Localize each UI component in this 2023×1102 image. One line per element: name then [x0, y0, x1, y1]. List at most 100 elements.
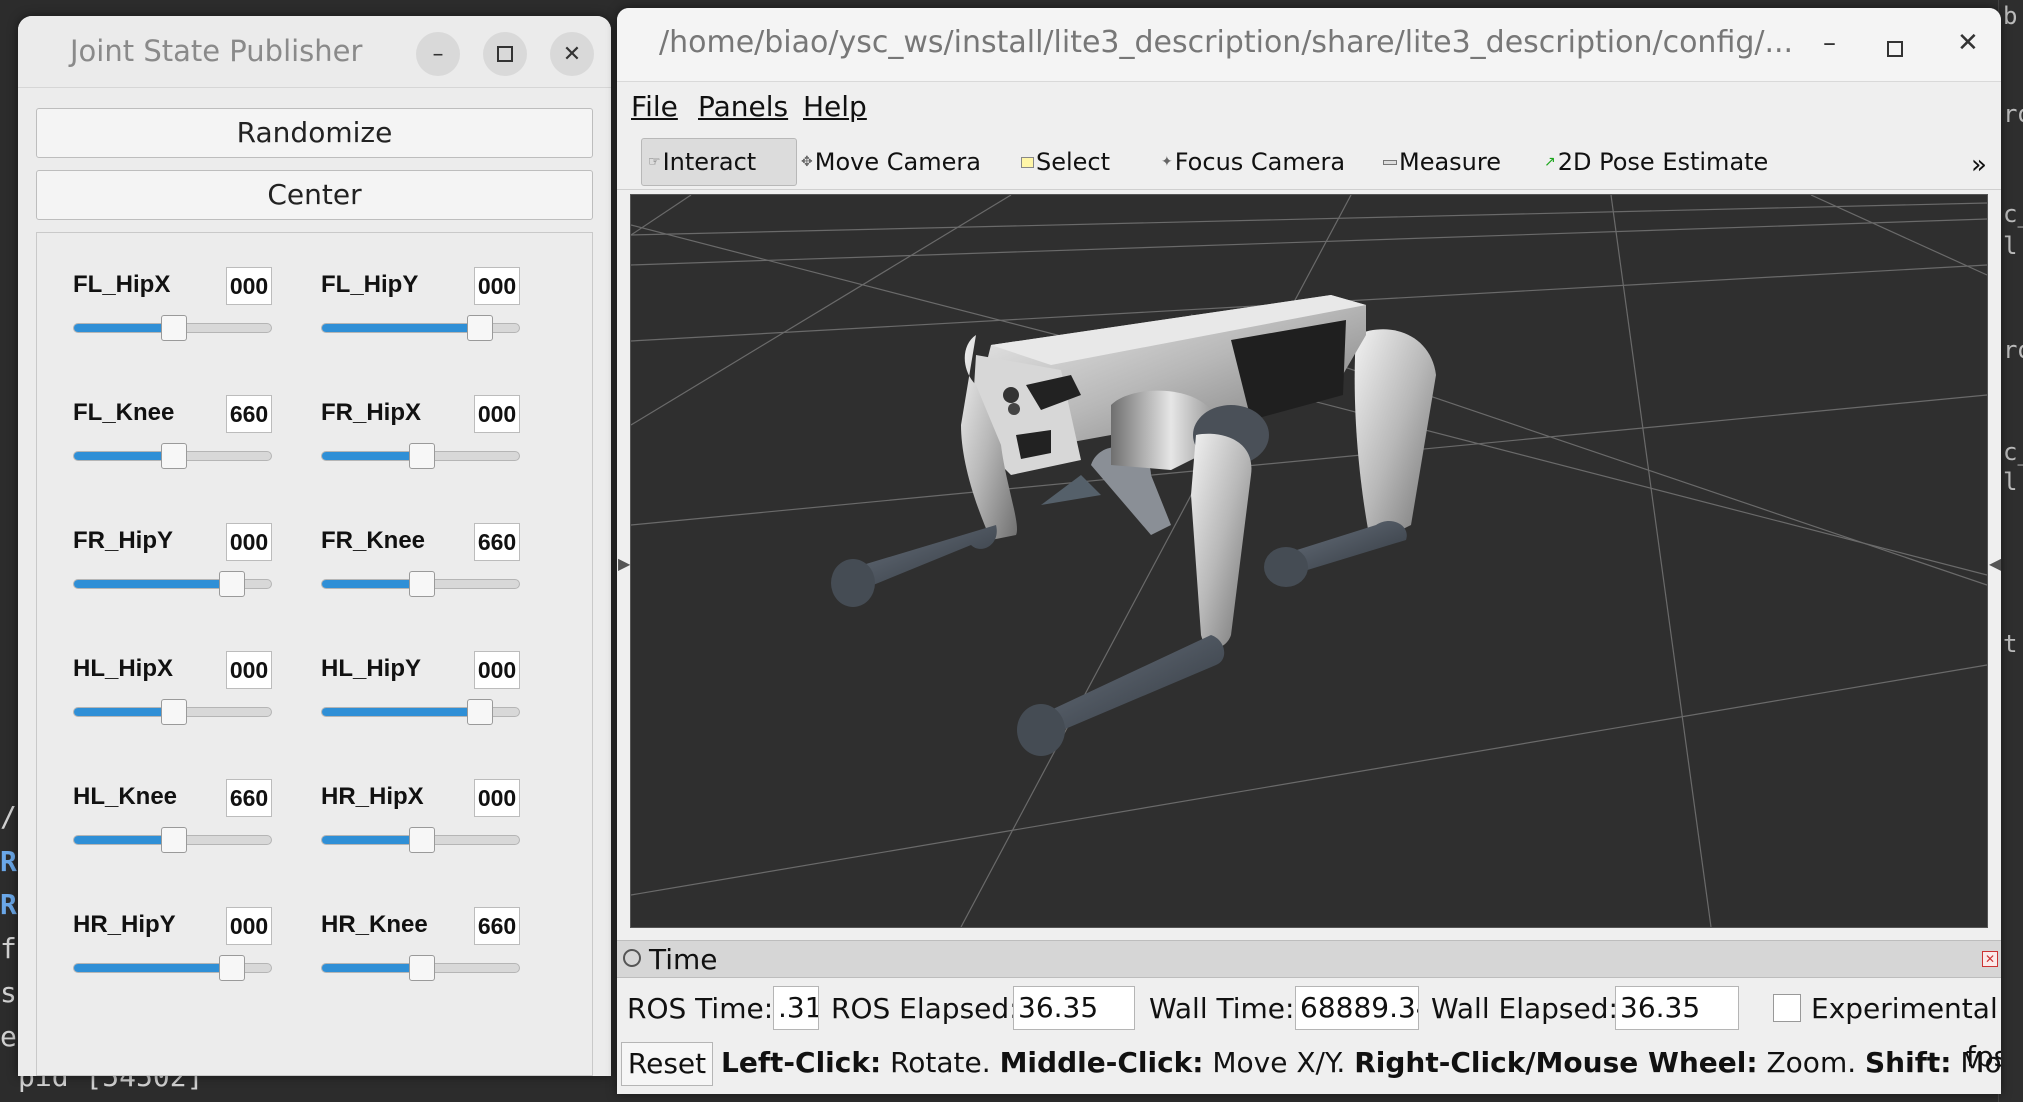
window-titlebar[interactable]: Joint State Publisher – ✕: [18, 16, 611, 88]
status-text: Zoom.: [1757, 1046, 1866, 1079]
minimize-icon: –: [1823, 28, 1836, 58]
joint-name: FR_Knee: [321, 527, 426, 554]
experimental-checkbox[interactable]: [1773, 994, 1801, 1022]
joint-name: HL_HipX: [73, 655, 174, 682]
clock-icon: [623, 949, 641, 967]
slider-handle[interactable]: [161, 827, 187, 853]
joint-name: HL_Knee: [73, 783, 178, 810]
joint-value-field[interactable]: 660: [474, 907, 520, 945]
ros-elapsed-field[interactable]: 36.35: [1013, 986, 1135, 1030]
left-dock-toggle-icon[interactable]: ▶: [618, 554, 630, 573]
minimize-button[interactable]: –: [1823, 28, 1836, 58]
joint-slider[interactable]: [73, 443, 272, 469]
wall-time-field[interactable]: 68889.34: [1295, 986, 1419, 1030]
joint-name: FR_HipY: [73, 527, 174, 554]
close-button[interactable]: ✕: [550, 32, 594, 76]
close-button[interactable]: ✕: [1957, 28, 1979, 58]
panel-close-icon[interactable]: ✕: [1982, 951, 1998, 967]
tool-measure[interactable]: Measure: [1383, 138, 1501, 186]
ros-elapsed-label: ROS Elapsed:: [831, 992, 1019, 1025]
joint-value-field[interactable]: 000: [474, 651, 520, 689]
window-titlebar[interactable]: /home/biao/ysc_ws/install/lite3_descript…: [617, 8, 2001, 82]
maximize-button[interactable]: [1887, 34, 1903, 64]
minimize-button[interactable]: –: [416, 32, 460, 76]
slider-handle[interactable]: [161, 699, 187, 725]
joint-slider[interactable]: [73, 955, 272, 981]
joint-value-field[interactable]: 660: [226, 779, 272, 817]
tool-2d-pose-estimate[interactable]: ↗ 2D Pose Estimate: [1544, 138, 1768, 186]
edge-text: ro: [2003, 100, 2023, 128]
slider-handle[interactable]: [467, 315, 493, 341]
joint-name: HR_HipX: [321, 783, 424, 810]
joint-value-field[interactable]: 000: [226, 907, 272, 945]
joint-slider[interactable]: [73, 827, 272, 853]
joint-control: HR_Knee 660: [321, 907, 541, 1007]
status-key: Right-Click/Mouse Wheel:: [1354, 1046, 1758, 1079]
joint-slider[interactable]: [321, 827, 520, 853]
joint-slider[interactable]: [73, 699, 272, 725]
joint-value-field[interactable]: 000: [474, 267, 520, 305]
joint-slider[interactable]: [321, 955, 520, 981]
joint-name: HL_HipY: [321, 655, 422, 682]
joint-slider[interactable]: [73, 315, 272, 341]
status-key: Shift:: [1865, 1046, 1952, 1079]
scene-svg: [630, 194, 1988, 928]
joint-slider-panel: FL_HipX 000 FL_HipY 000 FL_Knee 660 FR_H…: [36, 232, 593, 1076]
joint-slider[interactable]: [73, 571, 272, 597]
tool-focus-camera[interactable]: ✦ Focus Camera: [1161, 138, 1345, 186]
ros-time-field[interactable]: .31: [773, 986, 819, 1030]
joint-slider[interactable]: [321, 443, 520, 469]
tool-select[interactable]: Select: [1021, 138, 1110, 186]
center-button[interactable]: Center: [36, 170, 593, 220]
slider-handle[interactable]: [161, 443, 187, 469]
minimize-icon: –: [432, 41, 444, 67]
joint-value-field[interactable]: 000: [474, 779, 520, 817]
tool-interact[interactable]: ☞ Interact: [641, 138, 797, 186]
joint-control: FL_HipY 000: [321, 267, 541, 367]
slider-fill: [322, 836, 422, 844]
select-box-icon: [1021, 156, 1034, 168]
3d-render-viewport[interactable]: [630, 194, 1988, 928]
slider-handle[interactable]: [409, 827, 435, 853]
slider-handle[interactable]: [409, 443, 435, 469]
reset-button[interactable]: Reset: [621, 1042, 713, 1086]
joint-slider[interactable]: [321, 315, 520, 341]
menu-file[interactable]: File: [631, 90, 678, 123]
tool-label: Focus Camera: [1174, 148, 1346, 176]
joint-value-field[interactable]: 000: [226, 523, 272, 561]
joint-slider[interactable]: [321, 699, 520, 725]
slider-handle[interactable]: [409, 571, 435, 597]
randomize-button[interactable]: Randomize: [36, 108, 593, 158]
mouse-help-status: Left-Click: Rotate. Middle-Click: Move X…: [721, 1046, 2001, 1079]
status-text: Move X/Y.: [1203, 1046, 1355, 1079]
wall-elapsed-field[interactable]: 36.35: [1615, 986, 1739, 1030]
joint-value-field[interactable]: 000: [474, 395, 520, 433]
tool-label: Select: [1036, 148, 1111, 176]
edge-text: l: [2003, 232, 2018, 260]
slider-handle[interactable]: [219, 571, 245, 597]
slider-fill: [322, 580, 422, 588]
right-dock-toggle-icon[interactable]: ◀: [1989, 554, 2001, 573]
joint-slider[interactable]: [321, 571, 520, 597]
slider-handle[interactable]: [409, 955, 435, 981]
slider-handle[interactable]: [161, 315, 187, 341]
focus-target-icon: ✦: [1161, 154, 1173, 170]
joint-value-field[interactable]: 660: [226, 395, 272, 433]
maximize-button[interactable]: [483, 32, 527, 76]
menu-panels[interactable]: Panels: [698, 90, 788, 123]
slider-handle[interactable]: [467, 699, 493, 725]
green-arrow-icon: ↗: [1544, 154, 1556, 170]
menu-help[interactable]: Help: [803, 90, 867, 123]
tool-move-camera[interactable]: ✥ Move Camera: [801, 138, 981, 186]
time-panel-title: Time: [649, 943, 718, 976]
status-key: Left-Click:: [721, 1046, 882, 1079]
maximize-icon: [1887, 41, 1903, 57]
joint-control: HL_HipX 000: [73, 651, 293, 751]
more-tools-button[interactable]: »: [1971, 150, 1987, 180]
slider-fill: [74, 324, 174, 332]
maximize-icon: [497, 46, 513, 62]
joint-value-field[interactable]: 000: [226, 267, 272, 305]
joint-value-field[interactable]: 660: [474, 523, 520, 561]
slider-handle[interactable]: [219, 955, 245, 981]
joint-value-field[interactable]: 000: [226, 651, 272, 689]
